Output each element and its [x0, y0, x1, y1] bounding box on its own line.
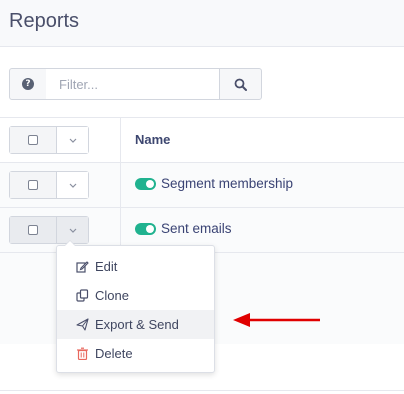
divider: [0, 390, 404, 391]
publish-toggle[interactable]: [135, 177, 156, 190]
select-all-group[interactable]: [9, 126, 89, 154]
page-title: Reports: [9, 10, 80, 32]
chevron-down-icon: [69, 138, 76, 143]
publish-toggle[interactable]: [135, 222, 156, 235]
row-select-group[interactable]: [9, 171, 89, 199]
chevron-down-icon: [69, 228, 76, 233]
filter-input[interactable]: [46, 68, 220, 100]
menu-item-label: Delete: [95, 346, 133, 361]
menu-item-clone[interactable]: Clone: [57, 281, 214, 310]
chevron-down-icon: [69, 183, 76, 188]
row-select-group[interactable]: [9, 216, 89, 244]
row-actions-toggle[interactable]: [57, 172, 88, 198]
report-name-link[interactable]: Segment membership: [161, 176, 293, 191]
help-button[interactable]: ?: [9, 68, 47, 100]
menu-item-export-send[interactable]: Export & Send: [57, 310, 214, 339]
select-all-checkbox[interactable]: [10, 127, 57, 153]
column-divider: [120, 118, 121, 162]
edit-icon: [76, 261, 89, 273]
search-icon: [234, 78, 247, 91]
menu-item-label: Edit: [95, 259, 118, 274]
report-name-cell: Segment membership: [135, 176, 293, 191]
question-circle-icon: ?: [22, 78, 34, 90]
column-divider: [120, 163, 121, 207]
table-header-row: Name: [0, 117, 404, 162]
report-name-link[interactable]: Sent emails: [161, 221, 232, 236]
menu-item-label: Clone: [95, 288, 129, 303]
bulk-actions-toggle[interactable]: [57, 127, 88, 153]
menu-item-label: Export & Send: [95, 317, 179, 332]
send-icon: [76, 318, 89, 331]
clone-icon: [76, 289, 89, 302]
report-name-cell: Sent emails: [135, 221, 232, 236]
menu-item-edit[interactable]: Edit: [57, 252, 214, 281]
checkbox-box: [28, 135, 38, 145]
trash-icon: [77, 347, 88, 360]
table-row: Segment membership: [0, 162, 404, 207]
reports-table: Name Segment membership Sent emails: [0, 117, 404, 252]
column-header-name[interactable]: Name: [135, 132, 170, 147]
search-button[interactable]: [219, 68, 262, 100]
row-checkbox[interactable]: [10, 172, 57, 198]
checkbox-box: [28, 180, 38, 190]
menu-item-delete[interactable]: Delete: [57, 339, 214, 368]
row-checkbox[interactable]: [10, 217, 57, 243]
checkbox-box: [28, 225, 38, 235]
row-actions-menu: Edit Clone Export & Send Delete: [56, 240, 215, 373]
